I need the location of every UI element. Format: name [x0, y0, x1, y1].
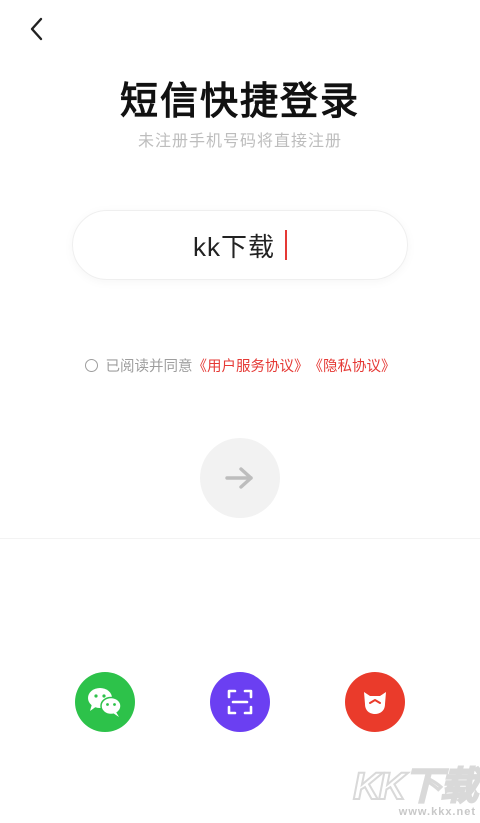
mascot-login-button[interactable]	[345, 672, 405, 732]
watermark-logo: KK下载	[352, 766, 479, 808]
phone-input[interactable]: kk下载	[72, 210, 408, 280]
cat-mascot-icon	[364, 692, 386, 714]
agreement-row: 已阅读并同意 《用户服务协议》 《隐私协议》	[0, 355, 480, 376]
next-button[interactable]	[200, 438, 280, 518]
arrow-right-icon	[225, 467, 253, 489]
back-button[interactable]	[22, 14, 52, 44]
scan-icon	[227, 689, 253, 715]
page-subtitle: 未注册手机号码将直接注册	[137, 133, 342, 150]
watermark: KK下载 www.kkx.net	[352, 766, 479, 818]
phone-input-value: kk下载	[192, 231, 275, 262]
chevron-left-icon	[30, 17, 43, 41]
agreement-prefix: 已阅读并同意	[105, 359, 193, 375]
agreement-checkbox[interactable]	[84, 359, 98, 372]
text-cursor	[285, 230, 287, 260]
privacy-policy-link[interactable]: 《隐私协议》	[309, 355, 396, 376]
scan-login-button[interactable]	[210, 672, 270, 732]
user-agreement-link[interactable]: 《用户服务协议》	[193, 355, 309, 376]
page-title: 短信快捷登录	[119, 81, 360, 123]
wechat-icon	[88, 688, 122, 717]
wechat-login-button[interactable]	[75, 672, 135, 732]
